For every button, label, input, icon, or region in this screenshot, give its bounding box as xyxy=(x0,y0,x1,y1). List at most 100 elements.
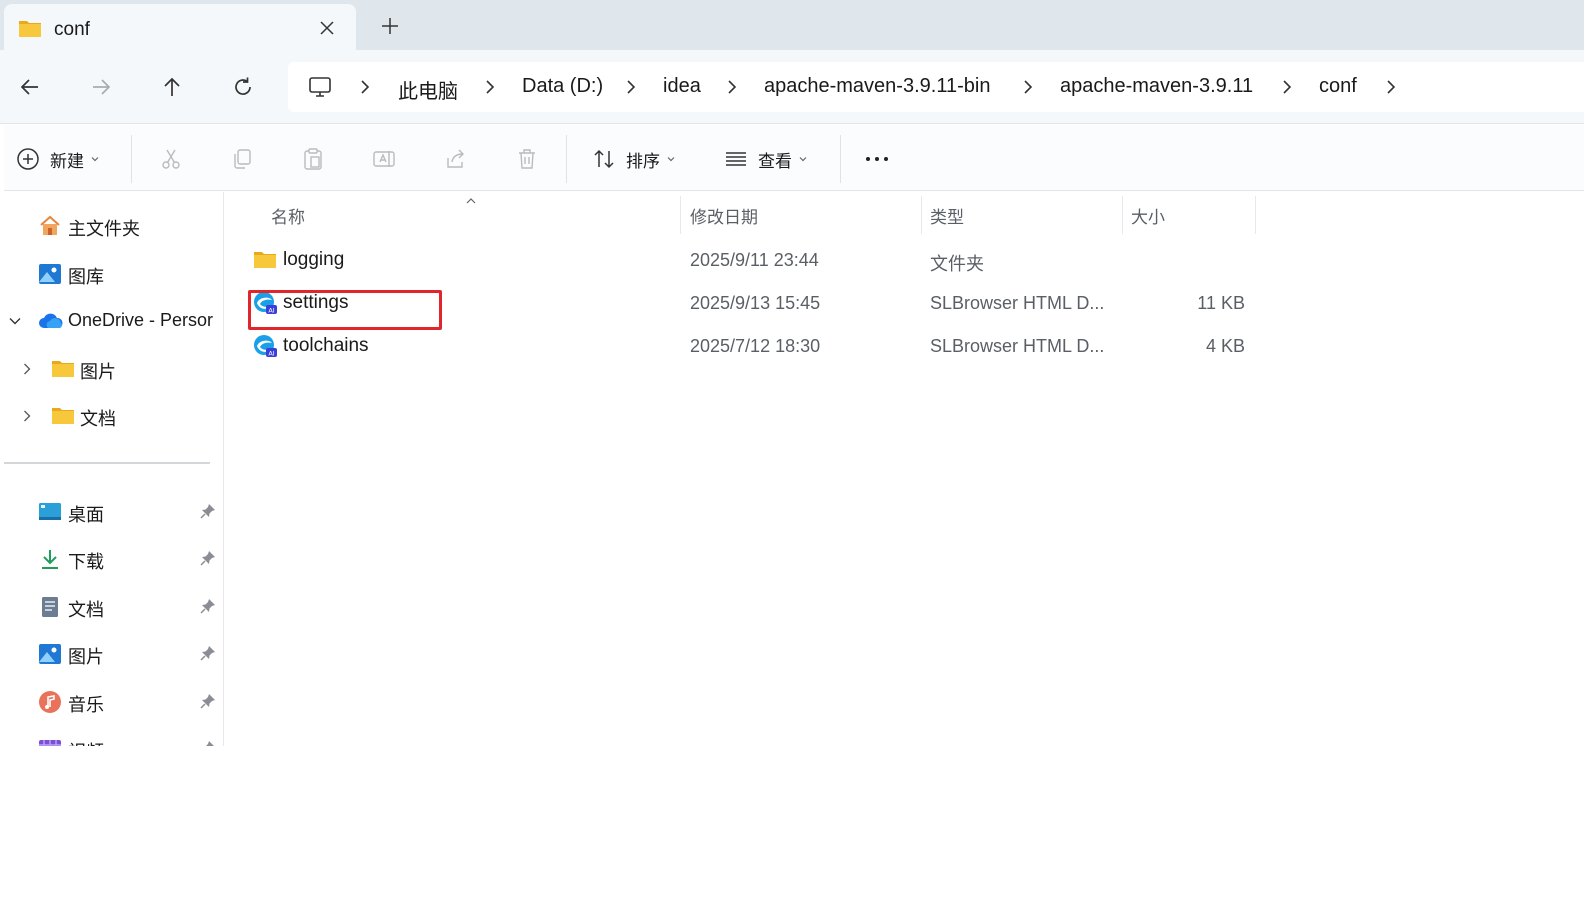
sort-button[interactable]: 排序 xyxy=(592,145,676,173)
chevron-right-icon[interactable] xyxy=(1384,79,1398,95)
music-icon xyxy=(38,690,62,714)
sidebar-item-label: 图库 xyxy=(68,267,104,287)
home-icon xyxy=(38,214,62,238)
chevron-down-icon xyxy=(667,157,675,162)
chevron-right-icon[interactable] xyxy=(1021,79,1035,95)
onedrive-icon xyxy=(38,309,63,333)
up-button[interactable] xyxy=(157,72,187,102)
sidebar-item-documents[interactable]: 文档 xyxy=(0,586,223,626)
column-header-name[interactable]: 名称 xyxy=(255,192,680,234)
sidebar-item-downloads[interactable]: 下载 xyxy=(0,538,223,578)
more-options-icon[interactable] xyxy=(864,147,888,171)
pin-icon[interactable] xyxy=(200,645,216,661)
new-label: 新建 xyxy=(50,151,84,171)
breadcrumb-this-pc[interactable]: 此电脑 xyxy=(398,75,458,104)
file-modified: 2025/9/13 15:45 xyxy=(690,293,821,313)
view-label: 查看 xyxy=(758,151,792,171)
breadcrumb-idea[interactable]: idea xyxy=(663,75,701,98)
refresh-button[interactable] xyxy=(228,72,258,102)
file-type: 文件夹 xyxy=(930,254,984,274)
sort-icon xyxy=(594,149,614,169)
sidebar-item-label: 桌面 xyxy=(68,505,104,525)
share-icon[interactable] xyxy=(444,147,468,171)
pin-icon[interactable] xyxy=(200,693,216,709)
breadcrumb-drive-d[interactable]: Data (D:) xyxy=(522,75,603,98)
tab-conf[interactable]: conf xyxy=(4,4,356,50)
refresh-icon xyxy=(235,77,251,95)
file-row-toolchains[interactable]: AI toolchains 2025/7/12 18:30 SLBrowser … xyxy=(245,326,1255,366)
close-icon[interactable] xyxy=(316,17,338,39)
sidebar-divider xyxy=(4,462,210,464)
chevron-right-icon[interactable] xyxy=(483,79,497,95)
sidebar-item-onedrive-documents[interactable]: 文档 xyxy=(0,395,223,435)
new-tab-button[interactable] xyxy=(378,14,402,38)
column-header-modified[interactable]: 修改日期 xyxy=(681,192,921,234)
address-bar[interactable]: 此电脑 Data (D:) idea apache-maven-3.9.11-b… xyxy=(288,62,1584,112)
sidebar-item-onedrive[interactable]: OneDrive - Persor xyxy=(0,300,223,340)
sidebar-item-videos[interactable]: 视频 xyxy=(0,728,223,746)
sidebar-item-desktop[interactable]: 桌面 xyxy=(0,491,223,531)
slbrowser-html-icon: AI xyxy=(253,291,277,315)
cut-icon[interactable] xyxy=(159,147,183,171)
chevron-right-icon[interactable] xyxy=(21,409,33,422)
breadcrumb-maven-bin[interactable]: apache-maven-3.9.11-bin xyxy=(764,75,990,98)
column-divider[interactable] xyxy=(1255,196,1256,234)
sidebar-item-gallery[interactable]: 图库 xyxy=(0,253,223,293)
sidebar-item-onedrive-pictures[interactable]: 图片 xyxy=(0,348,223,388)
column-header-type[interactable]: 类型 xyxy=(922,192,1122,234)
svg-text:AI: AI xyxy=(268,307,274,315)
sidebar-item-label: 文档 xyxy=(68,600,104,620)
sort-label: 排序 xyxy=(626,151,660,171)
sidebar-item-label: 下载 xyxy=(68,552,104,572)
tab-title: conf xyxy=(54,19,90,40)
breadcrumb-conf[interactable]: conf xyxy=(1319,75,1357,98)
sidebar-item-label: 文档 xyxy=(80,409,116,429)
chevron-right-icon[interactable] xyxy=(358,79,372,95)
file-name: toolchains xyxy=(283,335,369,356)
chevron-down-icon xyxy=(799,157,807,162)
sidebar-item-home[interactable]: 主文件夹 xyxy=(0,205,223,245)
download-icon xyxy=(38,547,62,571)
sidebar-item-pictures[interactable]: 图片 xyxy=(0,633,223,673)
chevron-down-icon[interactable] xyxy=(9,314,21,326)
file-row-logging[interactable]: logging 2025/9/11 23:44 文件夹 xyxy=(245,240,1255,280)
folder-icon xyxy=(18,18,42,43)
pin-icon[interactable] xyxy=(200,598,216,614)
file-row-settings[interactable]: AI settings 2025/9/13 15:45 SLBrowser HT… xyxy=(245,283,1255,323)
forward-button[interactable] xyxy=(86,72,116,102)
pin-icon[interactable] xyxy=(200,740,216,746)
chevron-right-icon[interactable] xyxy=(725,79,739,95)
pin-icon[interactable] xyxy=(200,550,216,566)
breadcrumb-maven[interactable]: apache-maven-3.9.11 xyxy=(1060,75,1253,98)
svg-text:AI: AI xyxy=(268,350,274,358)
rename-icon[interactable] xyxy=(372,147,396,171)
sidebar-item-label: 图片 xyxy=(68,647,104,667)
arrow-up-icon xyxy=(164,77,180,96)
view-button[interactable]: 查看 xyxy=(724,145,808,173)
navigation-row: 此电脑 Data (D:) idea apache-maven-3.9.11-b… xyxy=(0,50,1584,124)
pin-icon[interactable] xyxy=(200,503,216,519)
back-button[interactable] xyxy=(15,72,45,102)
paste-icon[interactable] xyxy=(301,147,325,171)
folder-icon xyxy=(51,404,75,428)
sidebar-item-label: 视频 xyxy=(68,738,104,746)
desktop-icon xyxy=(38,500,62,524)
file-modified: 2025/7/12 18:30 xyxy=(690,336,821,356)
column-header-size[interactable]: 大小 xyxy=(1123,192,1255,234)
slbrowser-html-icon: AI xyxy=(253,334,277,358)
copy-icon[interactable] xyxy=(230,147,254,171)
view-list-icon xyxy=(726,152,746,166)
chevron-right-icon[interactable] xyxy=(21,362,33,375)
navigation-pane: 主文件夹 图库 OneDrive - Persor 图片 文档 桌面 下载 文档… xyxy=(0,192,224,746)
chevron-right-icon[interactable] xyxy=(624,79,638,95)
gallery-icon xyxy=(38,262,62,286)
new-button[interactable]: 新建 xyxy=(16,145,100,173)
sidebar-item-music[interactable]: 音乐 xyxy=(0,681,223,721)
delete-icon[interactable] xyxy=(515,147,539,171)
video-icon xyxy=(38,737,62,746)
tab-bar: conf xyxy=(0,0,1584,50)
chevron-right-icon[interactable] xyxy=(1280,79,1294,95)
column-type-label: 类型 xyxy=(930,208,964,227)
file-name: logging xyxy=(283,249,345,270)
computer-icon xyxy=(308,75,332,104)
